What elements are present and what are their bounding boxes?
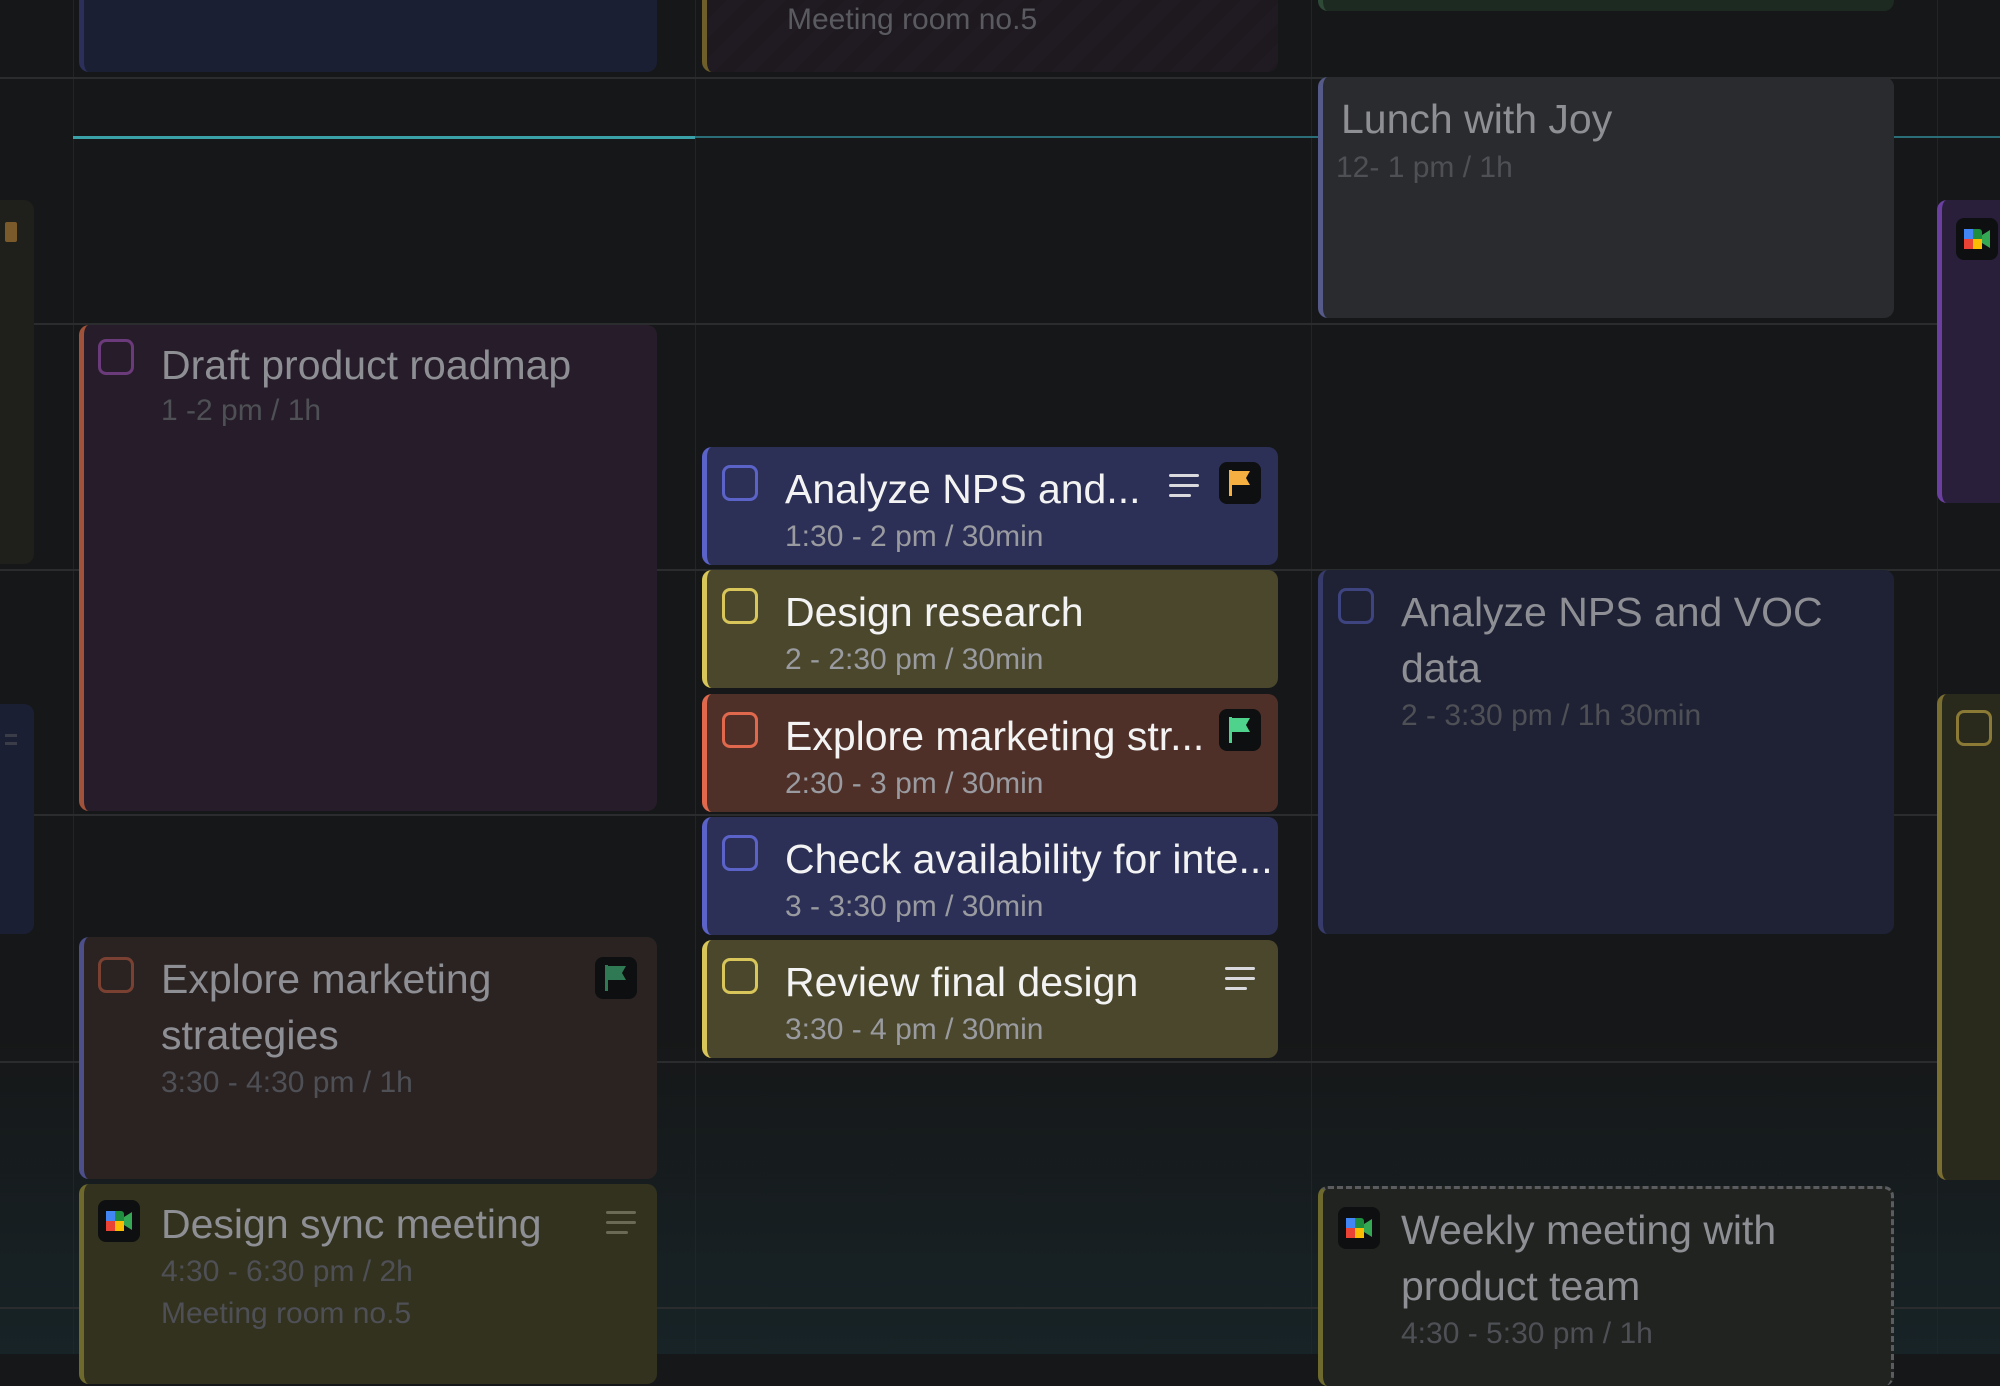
event-card-review-final-design[interactable]: Review final design 3:30 - 4 pm / 30min: [702, 940, 1278, 1058]
event-title: Lunch with Joy: [1341, 96, 1613, 142]
event-card-analyze-nps[interactable]: Analyze NPS and... 1:30 - 2 pm / 30min: [702, 447, 1278, 565]
flag-icon[interactable]: [1219, 462, 1261, 504]
flag-icon: [5, 222, 17, 242]
event-time: 2 - 3:30 pm / 1h 30min: [1401, 699, 1702, 732]
task-checkbox[interactable]: [98, 339, 134, 375]
event-card-partial[interactable]: [79, 0, 657, 72]
event-time-lunch: 12- 1 pm / 1h: [1336, 151, 1513, 184]
event-title-line2: product team: [1401, 1263, 1641, 1309]
event-card-explore-marketing[interactable]: Explore marketing str... 2:30 - 3 pm / 3…: [702, 694, 1278, 812]
event-card-lunch[interactable]: Lunch with Joy: [1318, 77, 1894, 318]
event-card-meeting-partial[interactable]: Meeting room no.5: [702, 0, 1278, 72]
event-card-partial-left[interactable]: [0, 200, 34, 564]
event-card-draft-roadmap[interactable]: Draft product roadmap 1 -2 pm / 1h: [79, 325, 657, 811]
event-time: 2:30 - 3 pm / 30min: [785, 767, 1044, 800]
event-card-design-research[interactable]: Design research 2 - 2:30 pm / 30min: [702, 570, 1278, 688]
google-meet-icon: [1338, 1207, 1380, 1249]
event-card-design-sync[interactable]: Design sync meeting 4:30 - 6:30 pm / 2h …: [79, 1184, 657, 1384]
task-checkbox[interactable]: [722, 712, 758, 748]
event-title-line1: Weekly meeting with: [1401, 1207, 1777, 1253]
description-lines-icon: [1225, 967, 1259, 993]
task-checkbox[interactable]: [722, 958, 758, 994]
event-title: Check availability for inte...: [785, 836, 1273, 882]
description-lines-icon: [5, 734, 17, 737]
google-meet-icon: [1956, 218, 1998, 260]
day-column-divider: [1311, 0, 1312, 1354]
event-card-analyze-nps-voc[interactable]: Analyze NPS and VOC data 2 - 3:30 pm / 1…: [1318, 570, 1894, 934]
event-title: Draft product roadmap: [161, 342, 572, 388]
task-checkbox[interactable]: [98, 957, 134, 993]
task-checkbox[interactable]: [1338, 588, 1374, 624]
event-title-line1: Explore marketing: [161, 956, 492, 1002]
event-card-explore-marketing-strategies[interactable]: Explore marketing strategies 3:30 - 4:30…: [79, 937, 657, 1179]
event-card-partial-left[interactable]: [0, 704, 34, 934]
event-title: Explore marketing str...: [785, 713, 1205, 759]
task-checkbox[interactable]: [722, 835, 758, 871]
task-checkbox[interactable]: [722, 588, 758, 624]
event-title-line2: data: [1401, 645, 1481, 691]
task-checkbox[interactable]: [1956, 710, 1992, 746]
event-time: 4:30 - 5:30 pm / 1h: [1401, 1317, 1653, 1350]
event-time: 4:30 - 6:30 pm / 2h: [161, 1255, 413, 1288]
task-checkbox[interactable]: [722, 465, 758, 501]
event-title-line1: Analyze NPS and VOC: [1401, 589, 1823, 635]
event-title: Analyze NPS and...: [785, 466, 1141, 512]
event-time: 3 - 3:30 pm / 30min: [785, 890, 1044, 923]
event-card-partial[interactable]: [1318, 0, 1894, 11]
flag-icon[interactable]: [595, 957, 637, 999]
event-card-partial-right[interactable]: [1937, 694, 2000, 1180]
event-time: 1 -2 pm / 1h: [161, 394, 322, 427]
event-title: Design research: [785, 589, 1084, 635]
event-card-partial-right[interactable]: [1937, 200, 2000, 503]
event-card-weekly-meeting[interactable]: Weekly meeting with product team 4:30 - …: [1318, 1186, 1894, 1386]
day-column-divider: [73, 0, 74, 1354]
current-time-indicator: [73, 136, 695, 139]
event-title: Design sync meeting: [161, 1201, 542, 1247]
event-time: 3:30 - 4 pm / 30min: [785, 1013, 1044, 1046]
google-meet-icon: [98, 1200, 140, 1242]
event-time: 3:30 - 4:30 pm / 1h: [161, 1066, 413, 1099]
day-column-divider: [695, 0, 696, 1354]
event-time: 1:30 - 2 pm / 30min: [785, 520, 1044, 553]
event-title: Review final design: [785, 959, 1139, 1005]
event-location: Meeting room no.5: [787, 3, 1038, 36]
event-title-line2: strategies: [161, 1012, 339, 1058]
event-card-check-availability[interactable]: Check availability for inte... 3 - 3:30 …: [702, 817, 1278, 935]
flag-icon[interactable]: [1219, 709, 1261, 751]
event-time: 2 - 2:30 pm / 30min: [785, 643, 1044, 676]
description-lines-icon: [606, 1211, 640, 1237]
description-lines-icon: [1169, 474, 1203, 500]
event-location: Meeting room no.5: [161, 1297, 412, 1330]
